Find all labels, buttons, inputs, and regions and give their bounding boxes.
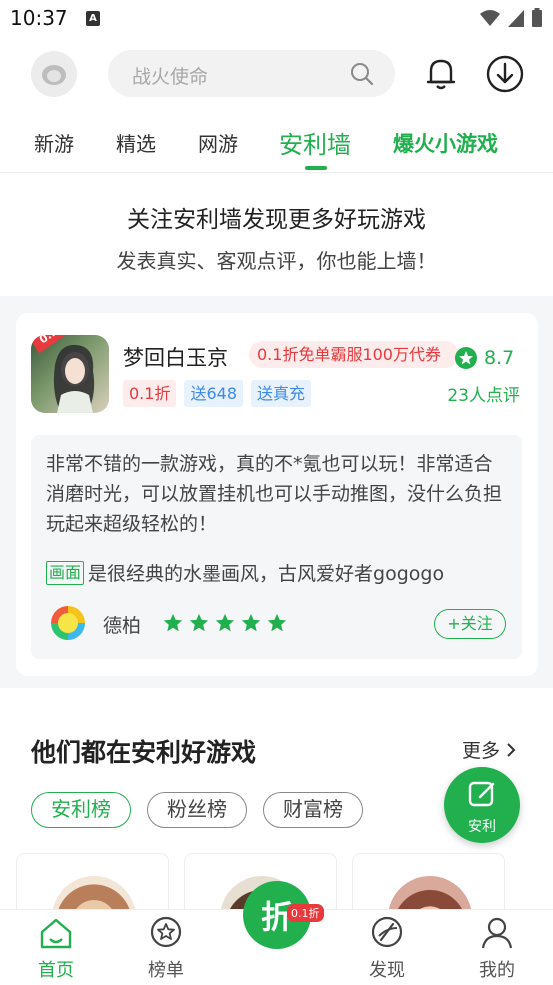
review-text: 非常不错的一款游戏，真的不*氪也可以玩！非常适合消磨时光，可以放置挂机也可以手动…: [46, 453, 503, 535]
review-card[interactable]: 0.1折 梦回白玉京 0.1折免单霸服100万代券 8.7 23人点评 0.1折…: [16, 313, 538, 676]
review-content-box[interactable]: 非常不错的一款游戏，真的不*氪也可以玩！非常适合消磨时光，可以放置挂机也可以手动…: [31, 435, 522, 659]
star-icon: [189, 613, 209, 632]
nav-rankings-label: 榜单: [148, 960, 184, 981]
intro-title: 关注安利墙发现更多好玩游戏: [127, 207, 426, 233]
intro-subtitle: 发表真实、客观点评，你也能上墙！: [116, 249, 437, 273]
notification-bell-button[interactable]: [420, 53, 462, 95]
category-tabs: 新游 精选 网游 安利墙 爆火小游戏: [0, 118, 553, 170]
chip-fans-rank[interactable]: 粉丝榜: [147, 792, 247, 828]
reviewer-avatar[interactable]: [51, 606, 85, 640]
chip-wealth-rank[interactable]: 财富榜: [263, 792, 363, 828]
review-count[interactable]: 23人点评: [447, 381, 520, 406]
game-tags: 0.1折 送648 送真充: [123, 380, 312, 407]
review-tag-text: 是很经典的水墨画风，古风爱好者gogogo: [88, 563, 445, 585]
game-icon[interactable]: 0.1折: [31, 335, 109, 413]
tab-featured[interactable]: 精选: [116, 128, 156, 157]
star-icon: [241, 613, 261, 632]
tab-hot-mini-games[interactable]: 爆火小游戏: [393, 128, 498, 158]
status-right-icons: [479, 8, 543, 28]
nav-home[interactable]: 首页: [16, 910, 96, 985]
search-placeholder: 战火使命: [132, 66, 209, 88]
rating-block: 8.7: [454, 346, 514, 370]
nav-discover-label: 发现: [369, 960, 405, 981]
chip-recommend-rank[interactable]: 安利榜: [31, 792, 131, 828]
wifi-icon: [480, 10, 500, 26]
nav-profile[interactable]: 我的: [457, 910, 537, 985]
ranking-chips: 安利榜 粉丝榜 财富榜: [31, 792, 363, 828]
notification-a-icon: A: [86, 11, 100, 26]
nav-rankings[interactable]: 榜单: [126, 910, 206, 985]
star-icon: [267, 613, 287, 632]
active-tab-indicator: [305, 166, 327, 170]
nav-center-badge: 0.1折: [287, 904, 324, 922]
tag-real-recharge: 送真充: [251, 380, 312, 407]
more-label: 更多: [462, 740, 501, 762]
download-icon: [486, 55, 524, 93]
search-input[interactable]: 战火使命: [108, 50, 395, 97]
intro-banner: 关注安利墙发现更多好玩游戏 发表真实、客观点评，你也能上墙！: [0, 172, 553, 296]
tag-discount: 0.1折: [123, 380, 177, 407]
star-icon: [163, 613, 183, 632]
battery-icon: [532, 8, 542, 27]
profile-avatar-button[interactable]: [31, 51, 77, 97]
star-icon: [215, 613, 235, 632]
star-badge-icon: [150, 916, 182, 948]
section-title: 他们都在安利好游戏: [31, 738, 257, 767]
signal-icon: [508, 10, 524, 27]
review-tag-line: 画面 是很经典的水墨画风，古风爱好者gogogo: [46, 559, 444, 586]
status-time: 10:37: [10, 6, 68, 30]
rating-score: 8.7: [484, 347, 515, 369]
download-button[interactable]: [484, 53, 526, 95]
more-link[interactable]: 更多: [462, 736, 516, 763]
compass-icon: [371, 916, 403, 948]
status-bar: 10:37 A: [0, 0, 553, 38]
home-icon: [40, 918, 72, 949]
reviewer-stars: [162, 612, 288, 634]
follow-button[interactable]: +关注: [434, 609, 506, 639]
user-icon: [481, 917, 513, 949]
nav-profile-label: 我的: [479, 960, 515, 981]
tab-online-games[interactable]: 网游: [198, 128, 238, 157]
nav-discover[interactable]: 发现: [347, 910, 427, 985]
game-name[interactable]: 梦回白玉京: [123, 342, 228, 372]
tag-gift-648: 送648: [184, 380, 243, 407]
avatar-placeholder-icon: [42, 65, 66, 85]
review-tag-label: 画面: [46, 560, 85, 585]
tab-recommend-wall[interactable]: 安利墙: [279, 125, 351, 160]
tab-new-games[interactable]: 新游: [34, 128, 74, 157]
nav-home-label: 首页: [38, 960, 74, 981]
search-icon[interactable]: [349, 61, 375, 87]
recommend-fab-button[interactable]: 安利: [444, 767, 520, 843]
chevron-right-icon: [507, 742, 516, 757]
edit-icon: [468, 781, 495, 807]
fab-label: 安利: [468, 819, 496, 835]
rating-star-icon: [455, 347, 477, 369]
promo-badge: 0.1折免单霸服100万代券: [249, 341, 459, 368]
bell-icon: [426, 59, 456, 90]
reviewer-name[interactable]: 德柏: [103, 611, 141, 638]
